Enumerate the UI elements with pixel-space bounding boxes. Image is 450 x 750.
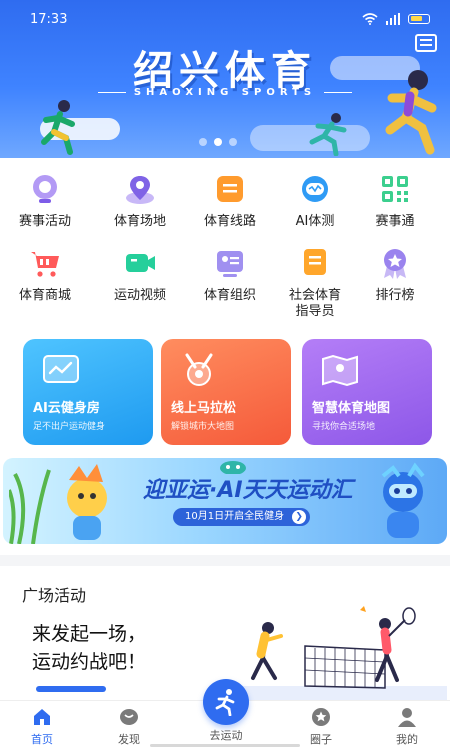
mascot-illustration-left — [9, 464, 107, 544]
card-ai-gym[interactable]: AI云健身房 足不出户运动健身 — [23, 339, 153, 445]
mascot-illustration-right — [381, 462, 425, 538]
carousel-indicator — [199, 138, 237, 146]
promo-cta[interactable]: 10月1日开启全民健身 ❯ — [173, 508, 311, 526]
carousel-dot[interactable] — [199, 138, 207, 146]
grid-item-label: 体育组织 — [203, 288, 256, 303]
card-title: 智慧体育地图 — [312, 401, 391, 416]
route-icon — [217, 176, 243, 202]
organization-card-icon — [217, 251, 243, 277]
card-title: 线上马拉松 — [171, 401, 237, 416]
ai-robot-icon — [302, 176, 328, 202]
discover-icon — [120, 709, 138, 725]
runner-illustration-left — [41, 100, 75, 155]
grid-item-label: 赛事通 — [375, 214, 415, 229]
section-heading: 广场活动 — [22, 586, 87, 605]
medal-icon — [185, 353, 213, 386]
status-bar: 17:33 — [30, 10, 430, 28]
nav-go-exercise[interactable]: 去运动 — [196, 727, 256, 743]
grid-item-label: AI体测 — [295, 214, 335, 229]
grid-item-ai-test[interactable]: AI体测 — [270, 172, 360, 230]
grid-item-label-line1: 社会体育 — [288, 288, 341, 303]
promo-banner[interactable]: 迎亚运·AI天天运动汇 10月1日开启全民健身 ❯ — [3, 458, 447, 544]
nav-label: 首页 — [31, 733, 53, 746]
nav-circle[interactable]: 圈子 — [291, 706, 351, 747]
shopping-cart-icon — [31, 252, 59, 277]
grid-item-videos[interactable]: 运动视频 — [95, 246, 185, 304]
grid-item-label: 体育场地 — [113, 214, 166, 229]
nav-label: 我的 — [396, 733, 418, 746]
card-desc: 解锁城市大地图 — [171, 422, 235, 432]
grid-item-label: 体育商城 — [18, 288, 71, 303]
video-camera-icon — [126, 254, 155, 272]
map-icon — [322, 354, 358, 387]
grid-item-events[interactable]: 赛事活动 — [0, 172, 90, 230]
hero-banner[interactable]: 17:33 绍兴体育 SHAOXING SPORTS — [0, 0, 450, 158]
square-slogan: 来发起一场， 运动约战吧！ — [32, 620, 146, 676]
star-circle-icon — [312, 708, 330, 726]
home-indicator — [150, 744, 300, 747]
grid-item-instructors[interactable]: 社会体育 指导员 — [270, 246, 360, 320]
grid-item-venues[interactable]: 体育场地 — [95, 172, 185, 230]
nav-profile[interactable]: 我的 — [377, 706, 437, 747]
instructor-badge-icon — [304, 249, 326, 275]
signal-icon — [386, 13, 400, 25]
grid-item-event-pass[interactable]: 赛事通 — [350, 172, 440, 230]
nav-home[interactable]: 首页 — [12, 706, 72, 747]
app-screen: 17:33 绍兴体育 SHAOXING SPORTS 赛事活动 体育场地 体育线… — [0, 0, 450, 750]
ranking-medal-icon — [384, 249, 406, 279]
card-sports-map[interactable]: 智慧体育地图 寻找你合适场地 — [302, 339, 432, 445]
running-icon — [215, 689, 235, 716]
grid-item-label-line2: 指导员 — [295, 304, 335, 319]
card-title: AI云健身房 — [33, 401, 100, 416]
status-time: 17:33 — [30, 11, 68, 27]
badminton-illustration — [235, 606, 447, 700]
grid-item-organizations[interactable]: 体育组织 — [185, 246, 275, 304]
card-online-marathon[interactable]: 线上马拉松 解锁城市大地图 — [161, 339, 291, 445]
grid-item-label: 运动视频 — [113, 288, 166, 303]
square-slogan-line1: 来发起一场， — [32, 623, 147, 645]
nav-label: 发现 — [118, 733, 140, 746]
location-pin-icon — [126, 176, 154, 204]
qr-code-icon — [382, 176, 408, 202]
arrow-right-icon: ❯ — [292, 510, 307, 524]
start-exercise-button[interactable] — [203, 679, 249, 725]
hero-subtitle: SHAOXING SPORTS — [0, 87, 450, 98]
nav-discover[interactable]: 发现 — [99, 706, 159, 747]
home-icon — [34, 709, 50, 725]
card-desc: 寻找你合适场地 — [312, 422, 376, 432]
square-slogan-line2: 运动约战吧！ — [32, 651, 147, 673]
nav-label: 圈子 — [310, 733, 332, 746]
promo-title: 迎亚运·AI天天运动汇 — [143, 478, 353, 503]
user-icon — [398, 708, 416, 727]
grid-item-label: 赛事活动 — [18, 214, 71, 229]
grid-item-shop[interactable]: 体育商城 — [0, 246, 90, 304]
battery-icon — [408, 14, 430, 24]
promo-cta-label: 10月1日开启全民健身 — [185, 511, 285, 522]
grid-item-label: 体育线路 — [203, 214, 256, 229]
grid-item-routes[interactable]: 体育线路 — [185, 172, 275, 230]
status-indicators — [362, 13, 430, 25]
nav-label: 去运动 — [209, 729, 243, 742]
trophy-icon — [33, 175, 57, 203]
wifi-icon — [362, 13, 378, 25]
section-tab-indicator — [36, 686, 106, 692]
bottom-nav: 首页 发现 去运动 圈子 我的 — [0, 679, 450, 750]
card-desc: 足不出户运动健身 — [33, 422, 106, 432]
grid-item-ranking[interactable]: 排行榜 — [350, 246, 440, 304]
chart-board-icon — [43, 355, 79, 383]
runner-illustration-middle — [309, 113, 347, 156]
carousel-dot[interactable] — [229, 138, 237, 146]
grid-item-label: 排行榜 — [375, 288, 415, 303]
carousel-dot-active[interactable] — [214, 138, 222, 146]
